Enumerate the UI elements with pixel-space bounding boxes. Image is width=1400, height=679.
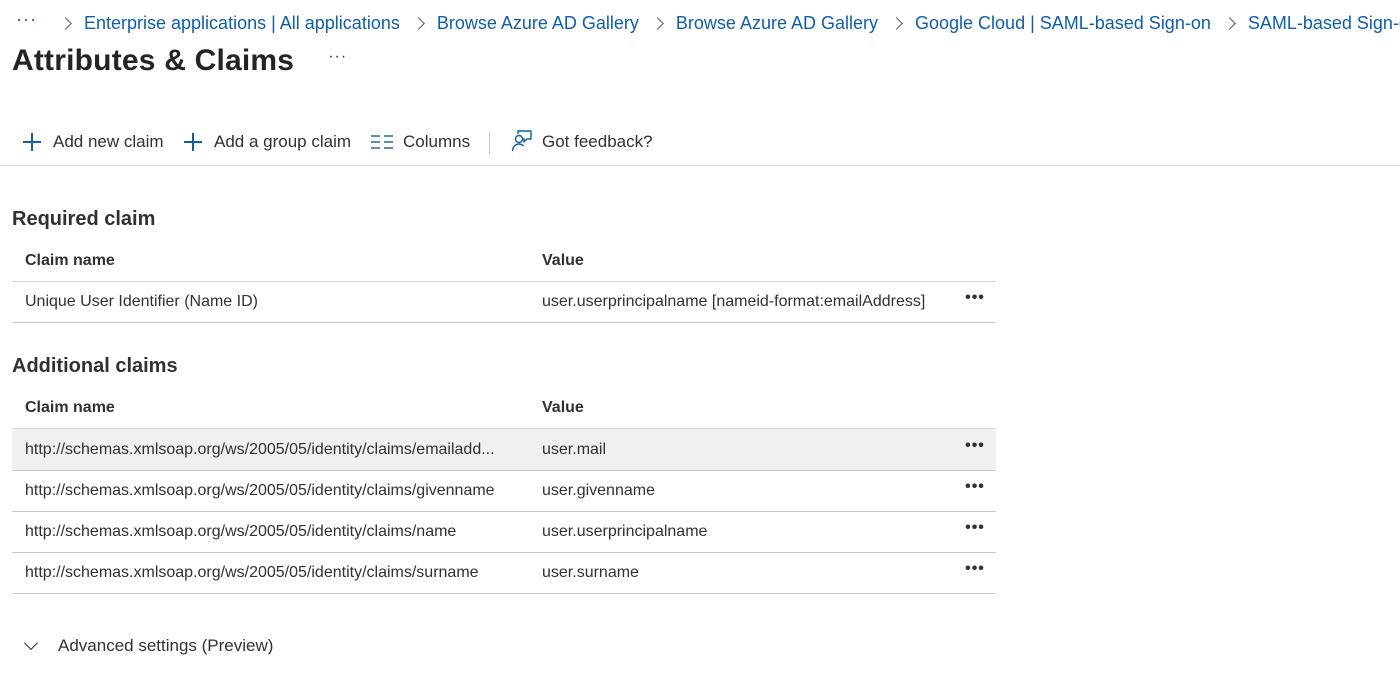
breadcrumb-link-browse-gallery[interactable]: Browse Azure AD Gallery (437, 13, 639, 34)
feedback-icon (511, 130, 532, 152)
required-claim-heading: Required claim (12, 208, 156, 230)
table-row[interactable]: http://schemas.xmlsoap.org/ws/2005/05/id… (12, 471, 996, 512)
chevron-right-icon (651, 16, 664, 30)
add-new-claim-button[interactable]: Add new claim (23, 128, 164, 156)
claim-value-cell: user.givenname (542, 482, 655, 499)
breadcrumb-link-browse-gallery-2[interactable]: Browse Azure AD Gallery (676, 13, 878, 34)
claim-name-cell: http://schemas.xmlsoap.org/ws/2005/05/id… (25, 482, 495, 499)
claim-name-cell: http://schemas.xmlsoap.org/ws/2005/05/id… (25, 564, 479, 581)
table-row[interactable]: http://schemas.xmlsoap.org/ws/2005/05/id… (12, 512, 996, 553)
table-row[interactable]: http://schemas.xmlsoap.org/ws/2005/05/id… (12, 429, 996, 471)
plus-icon (23, 133, 41, 151)
breadcrumb-overflow-button[interactable]: ··· (16, 9, 37, 30)
additional-claims-heading: Additional claims (12, 355, 178, 377)
chevron-right-icon (411, 16, 425, 30)
more-icon[interactable]: ••• (954, 560, 996, 578)
required-claim-table: Claim name Value Unique User Identifier … (12, 240, 996, 323)
value-header: Value (542, 398, 584, 416)
claim-value-cell: user.userprincipalname [nameid-format:em… (542, 293, 926, 310)
page-header: Attributes & Claims ··· (12, 44, 347, 78)
columns-button[interactable]: Columns (371, 128, 470, 156)
chevron-right-icon (59, 16, 72, 30)
claim-value-cell: user.mail (542, 440, 607, 458)
claim-name-cell: http://schemas.xmlsoap.org/ws/2005/05/id… (25, 440, 495, 458)
feedback-button[interactable]: Got feedback? (510, 128, 653, 156)
page-title: Attributes & Claims (12, 44, 295, 77)
table-row[interactable]: http://schemas.xmlsoap.org/ws/2005/05/id… (12, 553, 996, 594)
value-header: Value (542, 251, 584, 269)
table-header: Claim name Value (12, 387, 996, 429)
advanced-settings-toggle[interactable]: Advanced settings (Preview) (23, 632, 274, 660)
claim-name-header: Claim name (25, 398, 115, 416)
breadcrumb-link-google-cloud[interactable]: Google Cloud | SAML-based Sign-on (915, 13, 1211, 34)
breadcrumb: ··· Enterprise applications | All applic… (16, 9, 1400, 37)
more-icon[interactable]: ••• (954, 519, 996, 537)
add-group-claim-label: Add a group claim (214, 132, 352, 151)
more-icon[interactable]: ••• (954, 289, 996, 307)
command-bar: Add new claim Add a group claim Columns … (0, 118, 1400, 166)
columns-icon (371, 135, 393, 149)
toolbar-divider (489, 132, 490, 154)
claim-name-cell: Unique User Identifier (Name ID) (25, 293, 258, 310)
page-more-button[interactable]: ··· (328, 48, 347, 66)
advanced-settings-label: Advanced settings (Preview) (58, 636, 274, 655)
table-header: Claim name Value (12, 240, 996, 282)
additional-claims-table: Claim name Value http://schemas.xmlsoap.… (12, 387, 996, 594)
feedback-label: Got feedback? (542, 132, 653, 151)
claim-name-cell: http://schemas.xmlsoap.org/ws/2005/05/id… (25, 523, 457, 540)
claim-value-cell: user.surname (542, 564, 639, 581)
columns-label: Columns (403, 132, 471, 151)
add-new-claim-label: Add new claim (53, 132, 164, 151)
add-group-claim-button[interactable]: Add a group claim (184, 128, 351, 156)
claim-value-cell: user.userprincipalname (542, 523, 708, 540)
chevron-right-icon (1222, 16, 1236, 30)
plus-icon (184, 133, 202, 151)
claim-name-header: Claim name (25, 251, 115, 269)
table-row[interactable]: Unique User Identifier (Name ID) user.us… (12, 282, 996, 323)
more-icon[interactable]: ••• (954, 478, 996, 496)
breadcrumb-link-enterprise-applications[interactable]: Enterprise applications | All applicatio… (84, 13, 400, 34)
chevron-right-icon (890, 16, 903, 30)
chevron-down-icon (23, 635, 39, 651)
more-icon[interactable]: ••• (954, 437, 996, 455)
breadcrumb-link-saml-sign-on[interactable]: SAML-based Sign-on (1248, 13, 1400, 34)
